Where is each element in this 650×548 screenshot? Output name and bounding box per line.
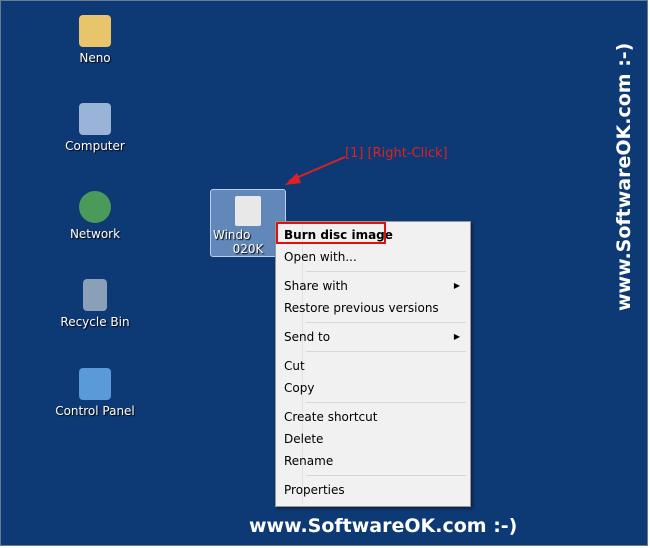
file-label: Windo <box>213 228 251 242</box>
desktop-icon-computer[interactable]: Computer <box>55 103 135 153</box>
desktop[interactable]: Neno Computer Network Recycle Bin Contro… <box>0 0 648 546</box>
separator <box>306 271 466 272</box>
watermark-bottom: www.SoftwareOK.com :-) <box>249 515 518 537</box>
network-icon <box>79 191 111 223</box>
menu-item-create-shortcut[interactable]: Create shortcut <box>278 406 468 428</box>
separator <box>306 475 466 476</box>
icon-label: Recycle Bin <box>60 315 130 329</box>
separator <box>306 322 466 323</box>
desktop-icon-control-panel[interactable]: Control Panel <box>55 368 135 418</box>
disc-image-icon <box>235 196 261 226</box>
desktop-icon-neno[interactable]: Neno <box>55 15 135 65</box>
menu-item-share-with[interactable]: Share with ▶ <box>278 275 468 297</box>
menu-item-restore-previous-versions[interactable]: Restore previous versions <box>278 297 468 319</box>
desktop-icon-network[interactable]: Network <box>55 191 135 241</box>
computer-icon <box>79 103 111 135</box>
menu-item-rename[interactable]: Rename <box>278 450 468 472</box>
icon-label: Network <box>69 227 121 241</box>
menu-item-properties[interactable]: Properties <box>278 479 468 501</box>
submenu-arrow-icon: ▶ <box>453 332 460 341</box>
menu-item-send-to[interactable]: Send to ▶ <box>278 326 468 348</box>
user-folder-icon <box>79 15 111 47</box>
menu-item-open-with[interactable]: Open with... <box>278 246 468 268</box>
watermark-vertical: www.SoftwareOK.com :-) <box>613 42 635 311</box>
icon-label: Neno <box>79 51 111 65</box>
label: Share with <box>284 279 348 293</box>
separator <box>306 402 466 403</box>
control-panel-icon <box>79 368 111 400</box>
menu-item-cut[interactable]: Cut <box>278 355 468 377</box>
file-label-2: 020K <box>232 242 264 256</box>
icon-label: Control Panel <box>55 404 135 418</box>
menu-item-delete[interactable]: Delete <box>278 428 468 450</box>
submenu-arrow-icon: ▶ <box>453 281 460 290</box>
recycle-bin-icon <box>83 279 107 311</box>
icon-label: Computer <box>65 139 125 153</box>
separator <box>306 351 466 352</box>
label: Send to <box>284 330 331 344</box>
context-menu: Burn disc image Open with... Share with ▶… <box>275 221 471 507</box>
highlight-box <box>276 222 386 244</box>
desktop-icon-recycle-bin[interactable]: Recycle Bin <box>55 279 135 329</box>
menu-item-copy[interactable]: Copy <box>278 377 468 399</box>
annotation-label: [1] [Right-Click] <box>345 146 448 161</box>
arrow-annotation <box>285 156 346 185</box>
